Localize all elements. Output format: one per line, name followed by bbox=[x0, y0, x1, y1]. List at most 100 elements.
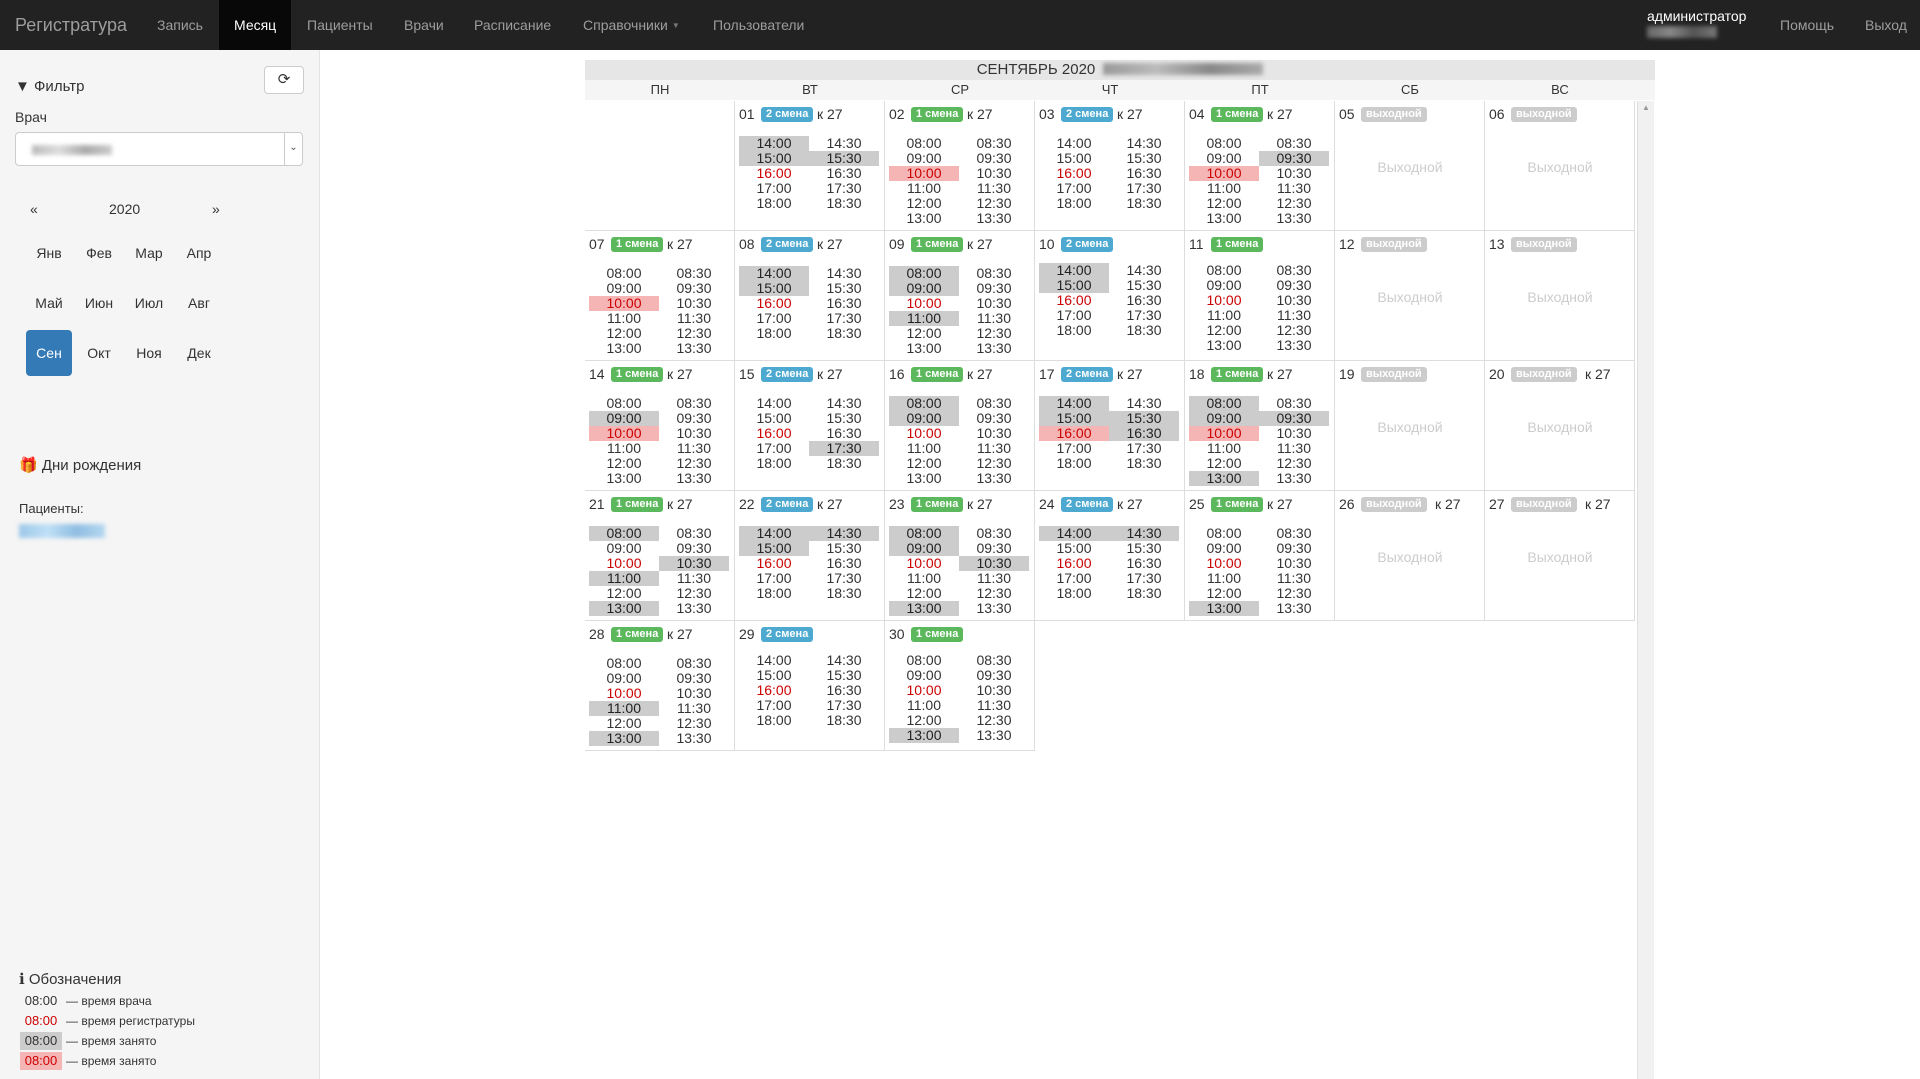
time-slot[interactable]: 16:00 bbox=[739, 683, 809, 698]
time-slot[interactable]: 10:00 bbox=[889, 683, 959, 698]
time-slot[interactable]: 09:30 bbox=[959, 281, 1029, 296]
day-cell[interactable]: 15 2 смена к 27 14:00 14:30 15:00 15:30 16:00 16… bbox=[735, 361, 885, 491]
time-slot[interactable]: 08:00 bbox=[1189, 136, 1259, 151]
time-slot[interactable]: 14:30 bbox=[1109, 396, 1179, 411]
time-slot[interactable]: 15:00 bbox=[1039, 411, 1109, 426]
time-slot[interactable]: 12:00 bbox=[589, 586, 659, 601]
refresh-button[interactable]: ⟳ bbox=[264, 66, 304, 94]
time-slot[interactable]: 10:30 bbox=[659, 296, 729, 311]
time-slot[interactable]: 12:00 bbox=[1189, 456, 1259, 471]
time-slot[interactable]: 13:00 bbox=[589, 471, 659, 486]
time-slot[interactable]: 12:30 bbox=[1259, 456, 1329, 471]
day-cell[interactable]: 21 1 смена к 27 08:00 08:30 09:00 09:30 10:00 10… bbox=[585, 491, 735, 621]
day-cell[interactable]: 06 выходной Выходной bbox=[1485, 101, 1635, 231]
time-slot[interactable]: 13:30 bbox=[959, 471, 1029, 486]
time-slot[interactable]: 15:00 bbox=[739, 541, 809, 556]
day-cell[interactable]: 02 1 смена к 27 08:00 08:30 09:00 09:30 10:00 10… bbox=[885, 101, 1035, 231]
month-button[interactable]: Мар bbox=[126, 230, 172, 276]
time-slot[interactable]: 11:00 bbox=[889, 441, 959, 456]
time-slot[interactable]: 18:30 bbox=[1109, 323, 1179, 338]
time-slot[interactable]: 09:30 bbox=[959, 541, 1029, 556]
month-button[interactable]: Апр bbox=[176, 230, 222, 276]
day-cell[interactable]: 04 1 смена к 27 08:00 08:30 09:00 09:30 10:00 10… bbox=[1185, 101, 1335, 231]
time-slot[interactable]: 10:30 bbox=[659, 556, 729, 571]
time-slot[interactable]: 17:00 bbox=[1039, 571, 1109, 586]
time-slot[interactable]: 09:00 bbox=[889, 281, 959, 296]
time-slot[interactable]: 10:30 bbox=[959, 426, 1029, 441]
time-slot[interactable]: 08:30 bbox=[959, 526, 1029, 541]
month-button[interactable]: Сен bbox=[26, 330, 72, 376]
time-slot[interactable]: 11:00 bbox=[1189, 441, 1259, 456]
time-slot[interactable]: 08:30 bbox=[1259, 263, 1329, 278]
time-slot[interactable]: 11:00 bbox=[589, 701, 659, 716]
nav-help-link[interactable]: Помощь bbox=[1765, 0, 1849, 50]
time-slot[interactable]: 08:30 bbox=[959, 396, 1029, 411]
time-slot[interactable]: 15:00 bbox=[1039, 151, 1109, 166]
time-slot[interactable]: 11:30 bbox=[959, 181, 1029, 196]
time-slot[interactable]: 10:30 bbox=[1259, 426, 1329, 441]
time-slot[interactable]: 11:30 bbox=[1259, 181, 1329, 196]
nav-item-patients[interactable]: Пациенты bbox=[292, 0, 388, 50]
time-slot[interactable]: 16:00 bbox=[739, 426, 809, 441]
time-slot[interactable]: 16:00 bbox=[739, 166, 809, 181]
time-slot[interactable]: 09:30 bbox=[659, 541, 729, 556]
month-button[interactable]: Окт bbox=[76, 330, 122, 376]
day-cell[interactable]: 17 2 смена к 27 14:00 14:30 15:00 15:30 16:00 16… bbox=[1035, 361, 1185, 491]
time-slot[interactable]: 10:00 bbox=[589, 556, 659, 571]
time-slot[interactable]: 18:00 bbox=[1039, 456, 1109, 471]
time-slot[interactable]: 11:00 bbox=[889, 181, 959, 196]
time-slot[interactable]: 08:30 bbox=[1259, 526, 1329, 541]
time-slot[interactable]: 11:00 bbox=[889, 311, 959, 326]
time-slot[interactable]: 18:00 bbox=[739, 586, 809, 601]
time-slot[interactable]: 09:30 bbox=[1259, 151, 1329, 166]
patient-link-redacted[interactable] bbox=[19, 524, 105, 538]
time-slot[interactable]: 13:30 bbox=[959, 211, 1029, 226]
time-slot[interactable]: 13:00 bbox=[1189, 211, 1259, 226]
time-slot[interactable]: 12:00 bbox=[589, 326, 659, 341]
time-slot[interactable]: 16:30 bbox=[1109, 426, 1179, 441]
time-slot[interactable]: 14:30 bbox=[809, 653, 879, 668]
time-slot[interactable]: 09:00 bbox=[589, 281, 659, 296]
time-slot[interactable]: 18:30 bbox=[1109, 196, 1179, 211]
time-slot[interactable]: 13:30 bbox=[659, 471, 729, 486]
time-slot[interactable]: 15:30 bbox=[1109, 541, 1179, 556]
time-slot[interactable]: 16:30 bbox=[809, 426, 879, 441]
time-slot[interactable]: 16:00 bbox=[1039, 166, 1109, 181]
time-slot[interactable]: 16:30 bbox=[809, 296, 879, 311]
time-slot[interactable]: 09:30 bbox=[659, 671, 729, 686]
time-slot[interactable]: 08:30 bbox=[959, 653, 1029, 668]
day-cell[interactable]: 30 1 смена 08:00 08:30 09:00 09:30 10:00 10:30 1… bbox=[885, 621, 1035, 751]
time-slot[interactable]: 10:00 bbox=[589, 686, 659, 701]
time-slot[interactable]: 15:00 bbox=[739, 281, 809, 296]
time-slot[interactable]: 09:30 bbox=[959, 668, 1029, 683]
time-slot[interactable]: 13:30 bbox=[659, 341, 729, 356]
time-slot[interactable]: 15:30 bbox=[1109, 151, 1179, 166]
time-slot[interactable]: 14:00 bbox=[1039, 396, 1109, 411]
time-slot[interactable]: 11:30 bbox=[959, 698, 1029, 713]
time-slot[interactable]: 12:00 bbox=[889, 196, 959, 211]
time-slot[interactable]: 11:00 bbox=[1189, 308, 1259, 323]
nav-item-zapis[interactable]: Запись bbox=[142, 0, 218, 50]
time-slot[interactable]: 09:00 bbox=[889, 151, 959, 166]
time-slot[interactable]: 15:00 bbox=[1039, 541, 1109, 556]
time-slot[interactable]: 15:30 bbox=[809, 668, 879, 683]
time-slot[interactable]: 16:00 bbox=[739, 296, 809, 311]
time-slot[interactable]: 17:30 bbox=[809, 441, 879, 456]
time-slot[interactable]: 17:00 bbox=[739, 698, 809, 713]
time-slot[interactable]: 14:00 bbox=[739, 526, 809, 541]
time-slot[interactable]: 18:00 bbox=[1039, 196, 1109, 211]
time-slot[interactable]: 14:00 bbox=[739, 266, 809, 281]
time-slot[interactable]: 12:00 bbox=[1189, 196, 1259, 211]
time-slot[interactable]: 10:00 bbox=[889, 556, 959, 571]
day-cell[interactable]: 07 1 смена к 27 08:00 08:30 09:00 09:30 10:00 10… bbox=[585, 231, 735, 361]
time-slot[interactable]: 12:30 bbox=[1259, 586, 1329, 601]
time-slot[interactable]: 08:30 bbox=[659, 396, 729, 411]
day-cell[interactable]: 08 2 смена к 27 14:00 14:30 15:00 15:30 16:00 16… bbox=[735, 231, 885, 361]
time-slot[interactable]: 09:00 bbox=[1189, 411, 1259, 426]
time-slot[interactable]: 11:30 bbox=[659, 701, 729, 716]
time-slot[interactable]: 08:00 bbox=[889, 136, 959, 151]
next-year-button[interactable]: » bbox=[212, 201, 220, 217]
time-slot[interactable]: 09:00 bbox=[889, 411, 959, 426]
time-slot[interactable]: 12:30 bbox=[959, 326, 1029, 341]
time-slot[interactable]: 11:30 bbox=[1259, 308, 1329, 323]
